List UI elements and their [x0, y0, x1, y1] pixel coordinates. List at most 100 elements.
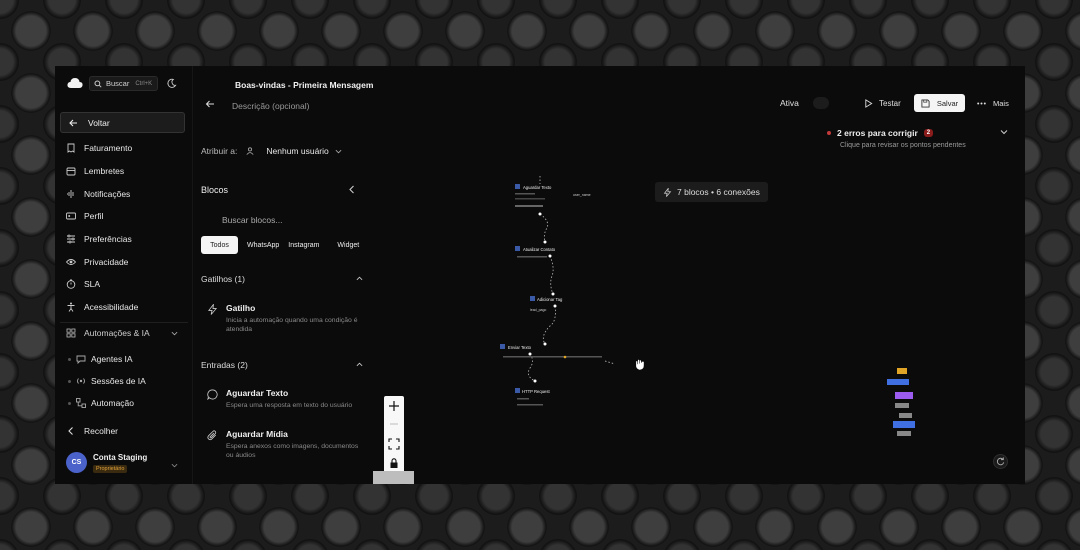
- block-item-gatilho[interactable]: Gatilho Inicia a automação quando uma co…: [207, 303, 361, 334]
- sidebar-item-sessoes-ia[interactable]: Sessões de IA: [68, 374, 146, 388]
- block-title: Gatilho: [226, 303, 256, 313]
- sidebar-item-label: Acessibilidade: [84, 302, 139, 312]
- chevron-down-icon[interactable]: [171, 330, 178, 337]
- paperclip-icon: [207, 430, 217, 441]
- more-button[interactable]: Mais: [977, 97, 1009, 109]
- flow-node-meta: lead_pago: [530, 308, 546, 312]
- flow-node-adicionar-tag[interactable]: Adicionar Tag lead_pago: [530, 296, 563, 312]
- filter-chip-widget[interactable]: Widget: [328, 236, 368, 254]
- calendar-icon: [66, 167, 76, 176]
- blocks-search-input[interactable]: Buscar blocos...: [222, 215, 282, 225]
- minimap-node: [899, 413, 912, 418]
- sidebar-item-notificacoes[interactable]: Notificações: [66, 187, 130, 201]
- assignee-select[interactable]: Nenhum usuário: [266, 146, 328, 156]
- chevron-down-icon[interactable]: [171, 462, 178, 469]
- more-label: Mais: [993, 98, 1009, 108]
- sidebar-item-label: Notificações: [84, 189, 131, 199]
- arrow-left-icon[interactable]: [205, 99, 215, 109]
- back-button[interactable]: Voltar: [60, 112, 185, 133]
- filter-chip-instagram[interactable]: Instagram: [288, 236, 328, 254]
- flow-node-enviar-texto[interactable]: Enviar Texto: [500, 344, 602, 359]
- sidebar-group-label: Automações & IA: [84, 328, 150, 338]
- errors-count-badge: 2: [923, 129, 934, 137]
- minimap-node: [895, 403, 909, 408]
- play-icon: [865, 98, 873, 108]
- sidebar-item-sla[interactable]: SLA: [66, 277, 100, 291]
- assign-label: Atribuir a:: [201, 146, 238, 156]
- sidebar: Buscar Ctrl+K Voltar Faturamento Lembret…: [55, 66, 193, 484]
- flow-node-title: HTTP Request: [522, 389, 550, 394]
- save-icon: [921, 98, 930, 108]
- filter-chip-todos[interactable]: Todos: [201, 236, 238, 254]
- minimap-node: [887, 379, 909, 385]
- flow-node-title: Atualizar Contato: [523, 247, 556, 252]
- search-icon: [94, 79, 102, 88]
- chevron-up-icon[interactable]: [356, 361, 363, 368]
- more-horizontal-icon: [977, 102, 986, 104]
- minimap-node: [897, 431, 911, 436]
- sidebar-item-preferencias[interactable]: Preferências: [66, 232, 132, 246]
- block-title: Aguardar Mídia: [226, 429, 288, 439]
- sidebar-item-automacao[interactable]: Automação: [68, 396, 134, 410]
- sidebar-item-label: Sessões de IA: [91, 376, 146, 386]
- chevron-down-icon[interactable]: [335, 148, 342, 155]
- errors-title: 2 erros para corrigir: [837, 128, 918, 138]
- workflow-icon: [76, 398, 86, 408]
- chevron-down-icon[interactable]: [1000, 128, 1008, 136]
- filter-chip-whatsapp[interactable]: WhatsApp: [238, 236, 288, 254]
- sidebar-group-automacoes[interactable]: Automações & IA: [66, 326, 150, 340]
- errors-subtitle: Clique para revisar os pontos pendentes: [840, 142, 966, 149]
- sidebar-item-privacidade[interactable]: Privacidade: [66, 255, 128, 269]
- sidebar-item-lembretes[interactable]: Lembretes: [66, 164, 124, 178]
- chevron-up-icon[interactable]: [356, 275, 363, 282]
- back-label: Voltar: [88, 117, 110, 128]
- test-button[interactable]: Testar: [864, 96, 901, 110]
- block-item-aguardar-midia[interactable]: Aguardar Mídia Espera anexos como imagen…: [207, 429, 361, 460]
- flow-node-title: Enviar Texto: [508, 345, 532, 350]
- save-button[interactable]: Salvar: [914, 94, 965, 112]
- block-description: Inicia a automação quando uma condição é…: [226, 317, 358, 334]
- bullet-dot: [68, 401, 71, 405]
- chevron-left-icon[interactable]: [348, 185, 356, 194]
- group-header-entradas[interactable]: Entradas (2): [201, 360, 248, 370]
- sidebar-item-faturamento[interactable]: Faturamento: [66, 141, 132, 155]
- minus-icon[interactable]: [388, 418, 400, 430]
- chevron-left-icon: [68, 427, 73, 435]
- app-window: Buscar Ctrl+K Voltar Faturamento Lembret…: [55, 66, 1025, 484]
- minimap-node: [897, 368, 907, 374]
- description-input[interactable]: Descrição (opcional): [232, 101, 309, 111]
- reset-view-button[interactable]: [993, 454, 1008, 469]
- account-role-badge: Proprietário: [93, 464, 128, 473]
- blocks-panel-title: Blocos: [201, 185, 229, 195]
- avatar: CS: [66, 452, 87, 473]
- billing-icon: [67, 143, 75, 153]
- sidebar-item-acessibilidade[interactable]: Acessibilidade: [66, 300, 138, 314]
- flow-node-aguardar-texto[interactable]: Aguardar Texto user_name: [515, 184, 591, 207]
- flow-node-title: Aguardar Texto: [523, 185, 552, 190]
- active-toggle[interactable]: [813, 97, 829, 109]
- flow-node-meta: user_name: [573, 193, 591, 197]
- search-label: Buscar: [106, 79, 130, 88]
- sidebar-item-agentes-ia[interactable]: Agentes IA: [68, 352, 133, 366]
- fit-view-icon[interactable]: [388, 438, 400, 450]
- block-description: Espera uma resposta em texto do usuário: [226, 402, 353, 409]
- sidebar-item-perfil[interactable]: Perfil: [66, 209, 103, 223]
- sidebar-item-label: Lembretes: [84, 166, 125, 176]
- block-item-aguardar-texto[interactable]: Aguardar Texto Espera uma resposta em te…: [207, 388, 361, 410]
- filter-chips: Todos WhatsApp Instagram Widget: [201, 236, 368, 254]
- moon-icon[interactable]: [166, 78, 177, 89]
- sidebar-item-label: Faturamento: [84, 143, 133, 153]
- account-switcher[interactable]: CS Conta Staging Proprietário: [66, 452, 147, 473]
- lock-icon[interactable]: [388, 457, 400, 469]
- plus-icon[interactable]: [388, 400, 400, 412]
- collapse-sidebar-button[interactable]: Recolher: [66, 424, 118, 438]
- global-search-button[interactable]: Buscar Ctrl+K: [89, 76, 158, 91]
- group-header-gatilhos[interactable]: Gatilhos (1): [201, 274, 245, 284]
- flow-canvas[interactable]: Aguardar Texto user_name Atualizar Conta…: [495, 176, 665, 426]
- flow-node-title: Adicionar Tag: [537, 297, 563, 302]
- minimap[interactable]: [885, 366, 925, 441]
- errors-panel[interactable]: 2 erros para corrigir 2 Clique para revi…: [827, 128, 966, 149]
- flow-node-http-request[interactable]: HTTP Request: [515, 388, 550, 406]
- audio-wave-icon: [67, 190, 74, 198]
- test-label: Testar: [879, 98, 901, 108]
